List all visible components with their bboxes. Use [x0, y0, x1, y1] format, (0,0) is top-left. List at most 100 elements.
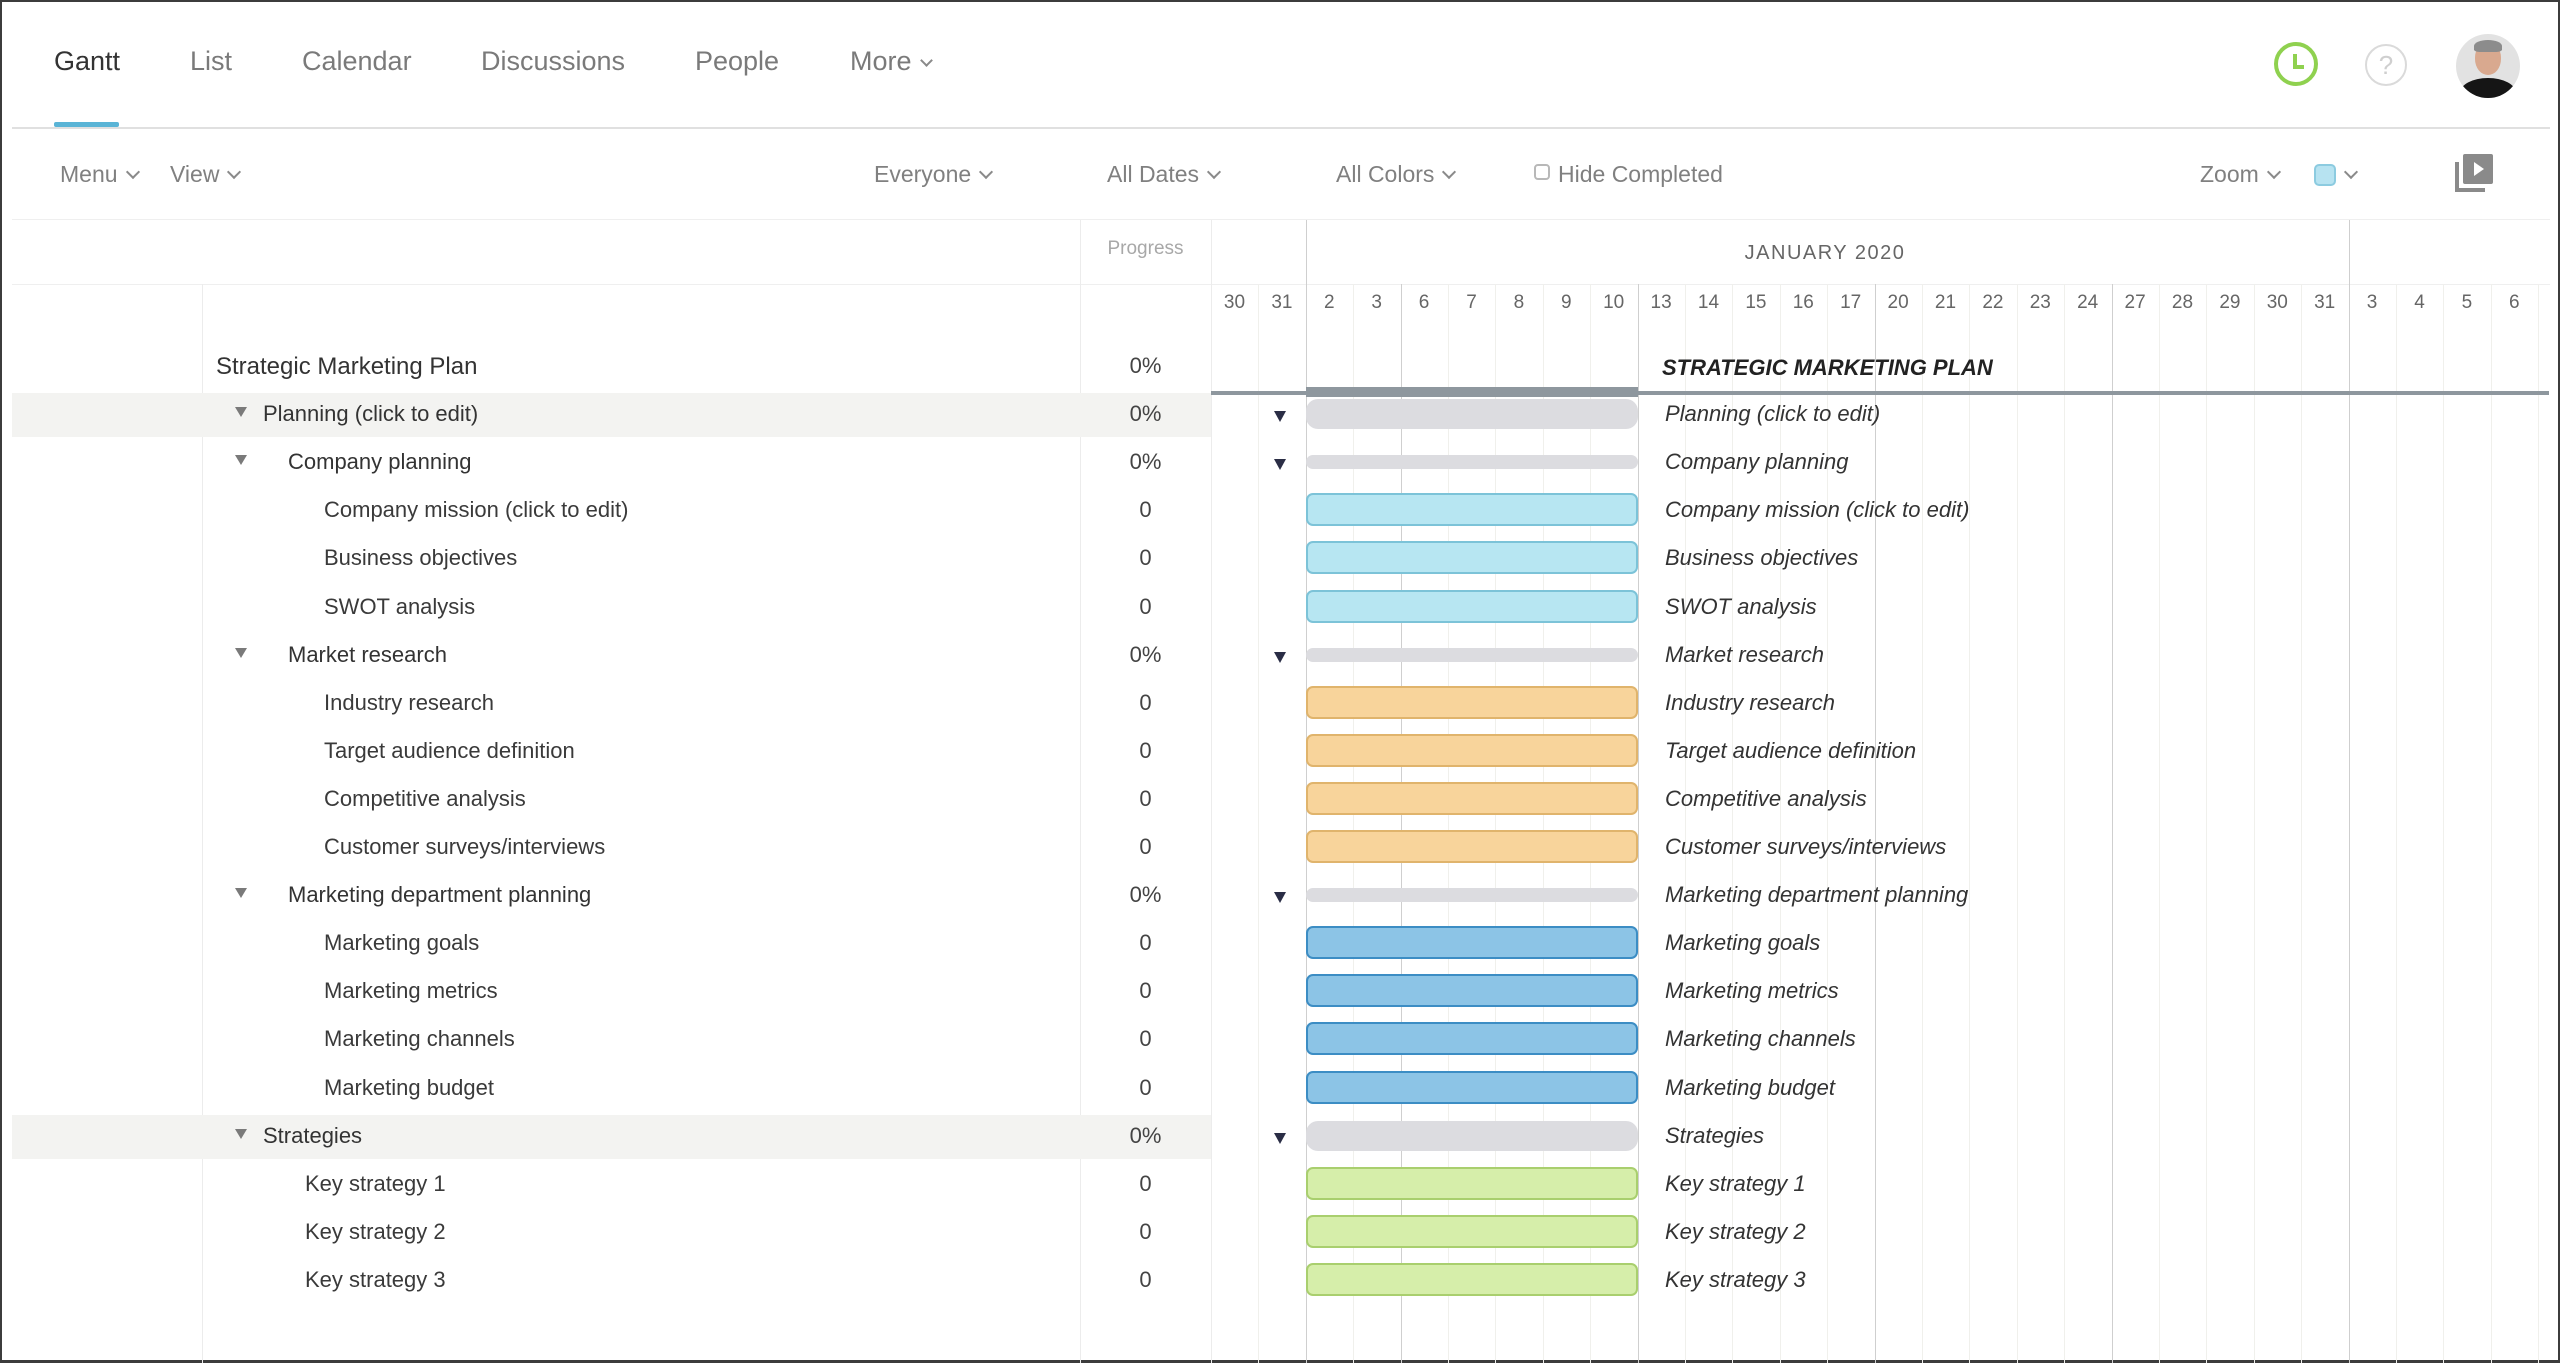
dates-filter[interactable]: All Dates — [1107, 161, 1222, 188]
task-progress[interactable]: 0 — [1080, 594, 1211, 620]
group-row[interactable]: Planning (click to edit) 0% — [12, 393, 1211, 438]
task-bar[interactable] — [1306, 493, 1638, 527]
task-name[interactable]: Business objectives — [324, 545, 517, 571]
task-progress[interactable]: 0 — [1080, 690, 1211, 716]
task-bar[interactable] — [1306, 1166, 1638, 1200]
collapse-caret-icon[interactable] — [235, 647, 247, 658]
task-name[interactable]: Market research — [288, 642, 447, 668]
task-bar[interactable] — [1306, 1022, 1638, 1056]
task-bar[interactable] — [1306, 974, 1638, 1008]
task-name[interactable]: Marketing department planning — [288, 882, 591, 908]
collapse-caret-icon[interactable] — [235, 455, 247, 466]
tab-people[interactable]: People — [695, 46, 779, 77]
task-name[interactable]: Key strategy 3 — [305, 1267, 446, 1293]
tab-list[interactable]: List — [190, 46, 232, 77]
subgroup-bar[interactable] — [1306, 888, 1638, 903]
task-name[interactable]: Planning (click to edit) — [263, 401, 478, 427]
tab-calendar[interactable]: Calendar — [302, 46, 412, 77]
clock-icon[interactable] — [2274, 42, 2318, 86]
task-name[interactable]: Company mission (click to edit) — [324, 497, 628, 523]
gantt-collapse-caret-icon[interactable] — [1274, 651, 1286, 663]
task-progress[interactable]: 0% — [1080, 401, 1211, 427]
task-progress[interactable]: 0% — [1080, 1123, 1211, 1149]
hide-completed-checkbox[interactable] — [1534, 164, 1550, 180]
gantt-bar-label[interactable]: Marketing department planning — [1665, 882, 1968, 908]
task-bar[interactable] — [1306, 830, 1638, 863]
hide-completed-toggle[interactable]: Hide Completed — [1534, 161, 1723, 188]
gantt-bar-label[interactable]: Company planning — [1665, 449, 1848, 475]
help-icon[interactable]: ? — [2365, 44, 2407, 86]
subgroup-bar[interactable] — [1306, 455, 1638, 470]
task-bar[interactable] — [1306, 541, 1638, 575]
gantt-bar-label[interactable]: Marketing metrics — [1665, 978, 1839, 1004]
task-row[interactable]: Industry research 0 — [12, 682, 1211, 726]
task-name[interactable]: Target audience definition — [324, 738, 575, 764]
task-progress[interactable]: 0 — [1080, 1267, 1211, 1293]
task-bar[interactable] — [1306, 1214, 1638, 1248]
task-row[interactable]: Target audience definition 0 — [12, 730, 1211, 774]
gantt-collapse-caret-icon[interactable] — [1274, 892, 1286, 904]
task-row[interactable]: Marketing metrics 0 — [12, 970, 1211, 1014]
task-row[interactable]: Marketing budget 0 — [12, 1067, 1211, 1111]
collapse-caret-icon[interactable] — [235, 888, 247, 899]
collapse-caret-icon[interactable] — [235, 407, 247, 418]
color-picker-dropdown[interactable] — [2314, 161, 2359, 188]
everyone-filter[interactable]: Everyone — [874, 161, 994, 188]
task-name[interactable]: Customer surveys/interviews — [324, 834, 605, 860]
task-row[interactable]: Marketing channels 0 — [12, 1018, 1211, 1062]
gantt-bar-label[interactable]: Business objectives — [1665, 545, 1858, 571]
gantt-bar-label[interactable]: Key strategy 2 — [1665, 1219, 1806, 1245]
task-bar[interactable] — [1306, 926, 1638, 960]
task-progress[interactable]: 0 — [1080, 738, 1211, 764]
presentation-play-icon[interactable] — [2455, 154, 2493, 192]
zoom-dropdown[interactable]: Zoom — [2200, 161, 2281, 188]
task-progress[interactable]: 0 — [1080, 545, 1211, 571]
colors-filter[interactable]: All Colors — [1336, 161, 1457, 188]
gantt-bar-label[interactable]: Customer surveys/interviews — [1665, 834, 1946, 860]
task-name[interactable]: Competitive analysis — [324, 786, 526, 812]
task-name[interactable]: Key strategy 2 — [305, 1219, 446, 1245]
gantt-bar-label[interactable]: Company mission (click to edit) — [1665, 497, 1969, 523]
task-bar[interactable] — [1306, 781, 1638, 815]
task-name[interactable]: Marketing channels — [324, 1026, 515, 1052]
task-name[interactable]: Marketing goals — [324, 930, 479, 956]
task-bar[interactable] — [1306, 1070, 1638, 1104]
gantt-collapse-caret-icon[interactable] — [1274, 411, 1286, 423]
task-row[interactable]: SWOT analysis 0 — [12, 586, 1211, 630]
task-name[interactable]: Marketing metrics — [324, 978, 498, 1004]
gantt-bar-label[interactable]: Key strategy 1 — [1665, 1171, 1806, 1197]
gantt-bar-label[interactable]: STRATEGIC MARKETING PLAN — [1662, 355, 1993, 381]
group-bar[interactable] — [1306, 1120, 1638, 1151]
task-bar[interactable] — [1306, 685, 1638, 719]
task-row[interactable]: Company mission (click to edit) 0 — [12, 489, 1211, 533]
gantt-collapse-caret-icon[interactable] — [1274, 1132, 1286, 1144]
task-progress[interactable]: 0 — [1080, 1026, 1211, 1052]
task-row[interactable]: Business objectives 0 — [12, 537, 1211, 581]
group-row[interactable]: Company planning 0% — [12, 441, 1211, 485]
task-name[interactable]: Strategic Marketing Plan — [216, 353, 477, 381]
subgroup-bar[interactable] — [1306, 647, 1638, 662]
group-row[interactable]: Market research 0% — [12, 634, 1211, 678]
task-progress[interactable]: 0 — [1080, 1219, 1211, 1245]
group-bar[interactable] — [1306, 399, 1638, 430]
gantt-bar-label[interactable]: Industry research — [1665, 690, 1835, 716]
collapse-caret-icon[interactable] — [235, 1128, 247, 1139]
task-bar[interactable] — [1306, 733, 1638, 767]
tab-discussions[interactable]: Discussions — [481, 46, 625, 77]
task-name[interactable]: Company planning — [288, 449, 471, 475]
group-row[interactable]: Strategies 0% — [12, 1114, 1211, 1159]
gantt-bar-label[interactable]: Marketing goals — [1665, 930, 1820, 956]
gantt-bar-label[interactable]: Marketing channels — [1665, 1026, 1856, 1052]
gantt-bar-label[interactable]: Strategies — [1665, 1123, 1764, 1149]
gantt-bar-label[interactable]: Marketing budget — [1665, 1075, 1835, 1101]
project-row[interactable]: Strategic Marketing Plan 0% — [12, 345, 1211, 389]
task-row[interactable]: Key strategy 3 0 — [12, 1259, 1211, 1303]
task-bar[interactable] — [1306, 589, 1638, 623]
task-row[interactable]: Key strategy 1 0 — [12, 1163, 1211, 1207]
task-progress[interactable]: 0 — [1080, 1171, 1211, 1197]
gantt-collapse-caret-icon[interactable] — [1274, 459, 1286, 471]
view-dropdown[interactable]: View — [170, 161, 242, 188]
task-progress[interactable]: 0 — [1080, 930, 1211, 956]
avatar[interactable] — [2456, 34, 2520, 98]
task-bar[interactable] — [1306, 1262, 1638, 1296]
